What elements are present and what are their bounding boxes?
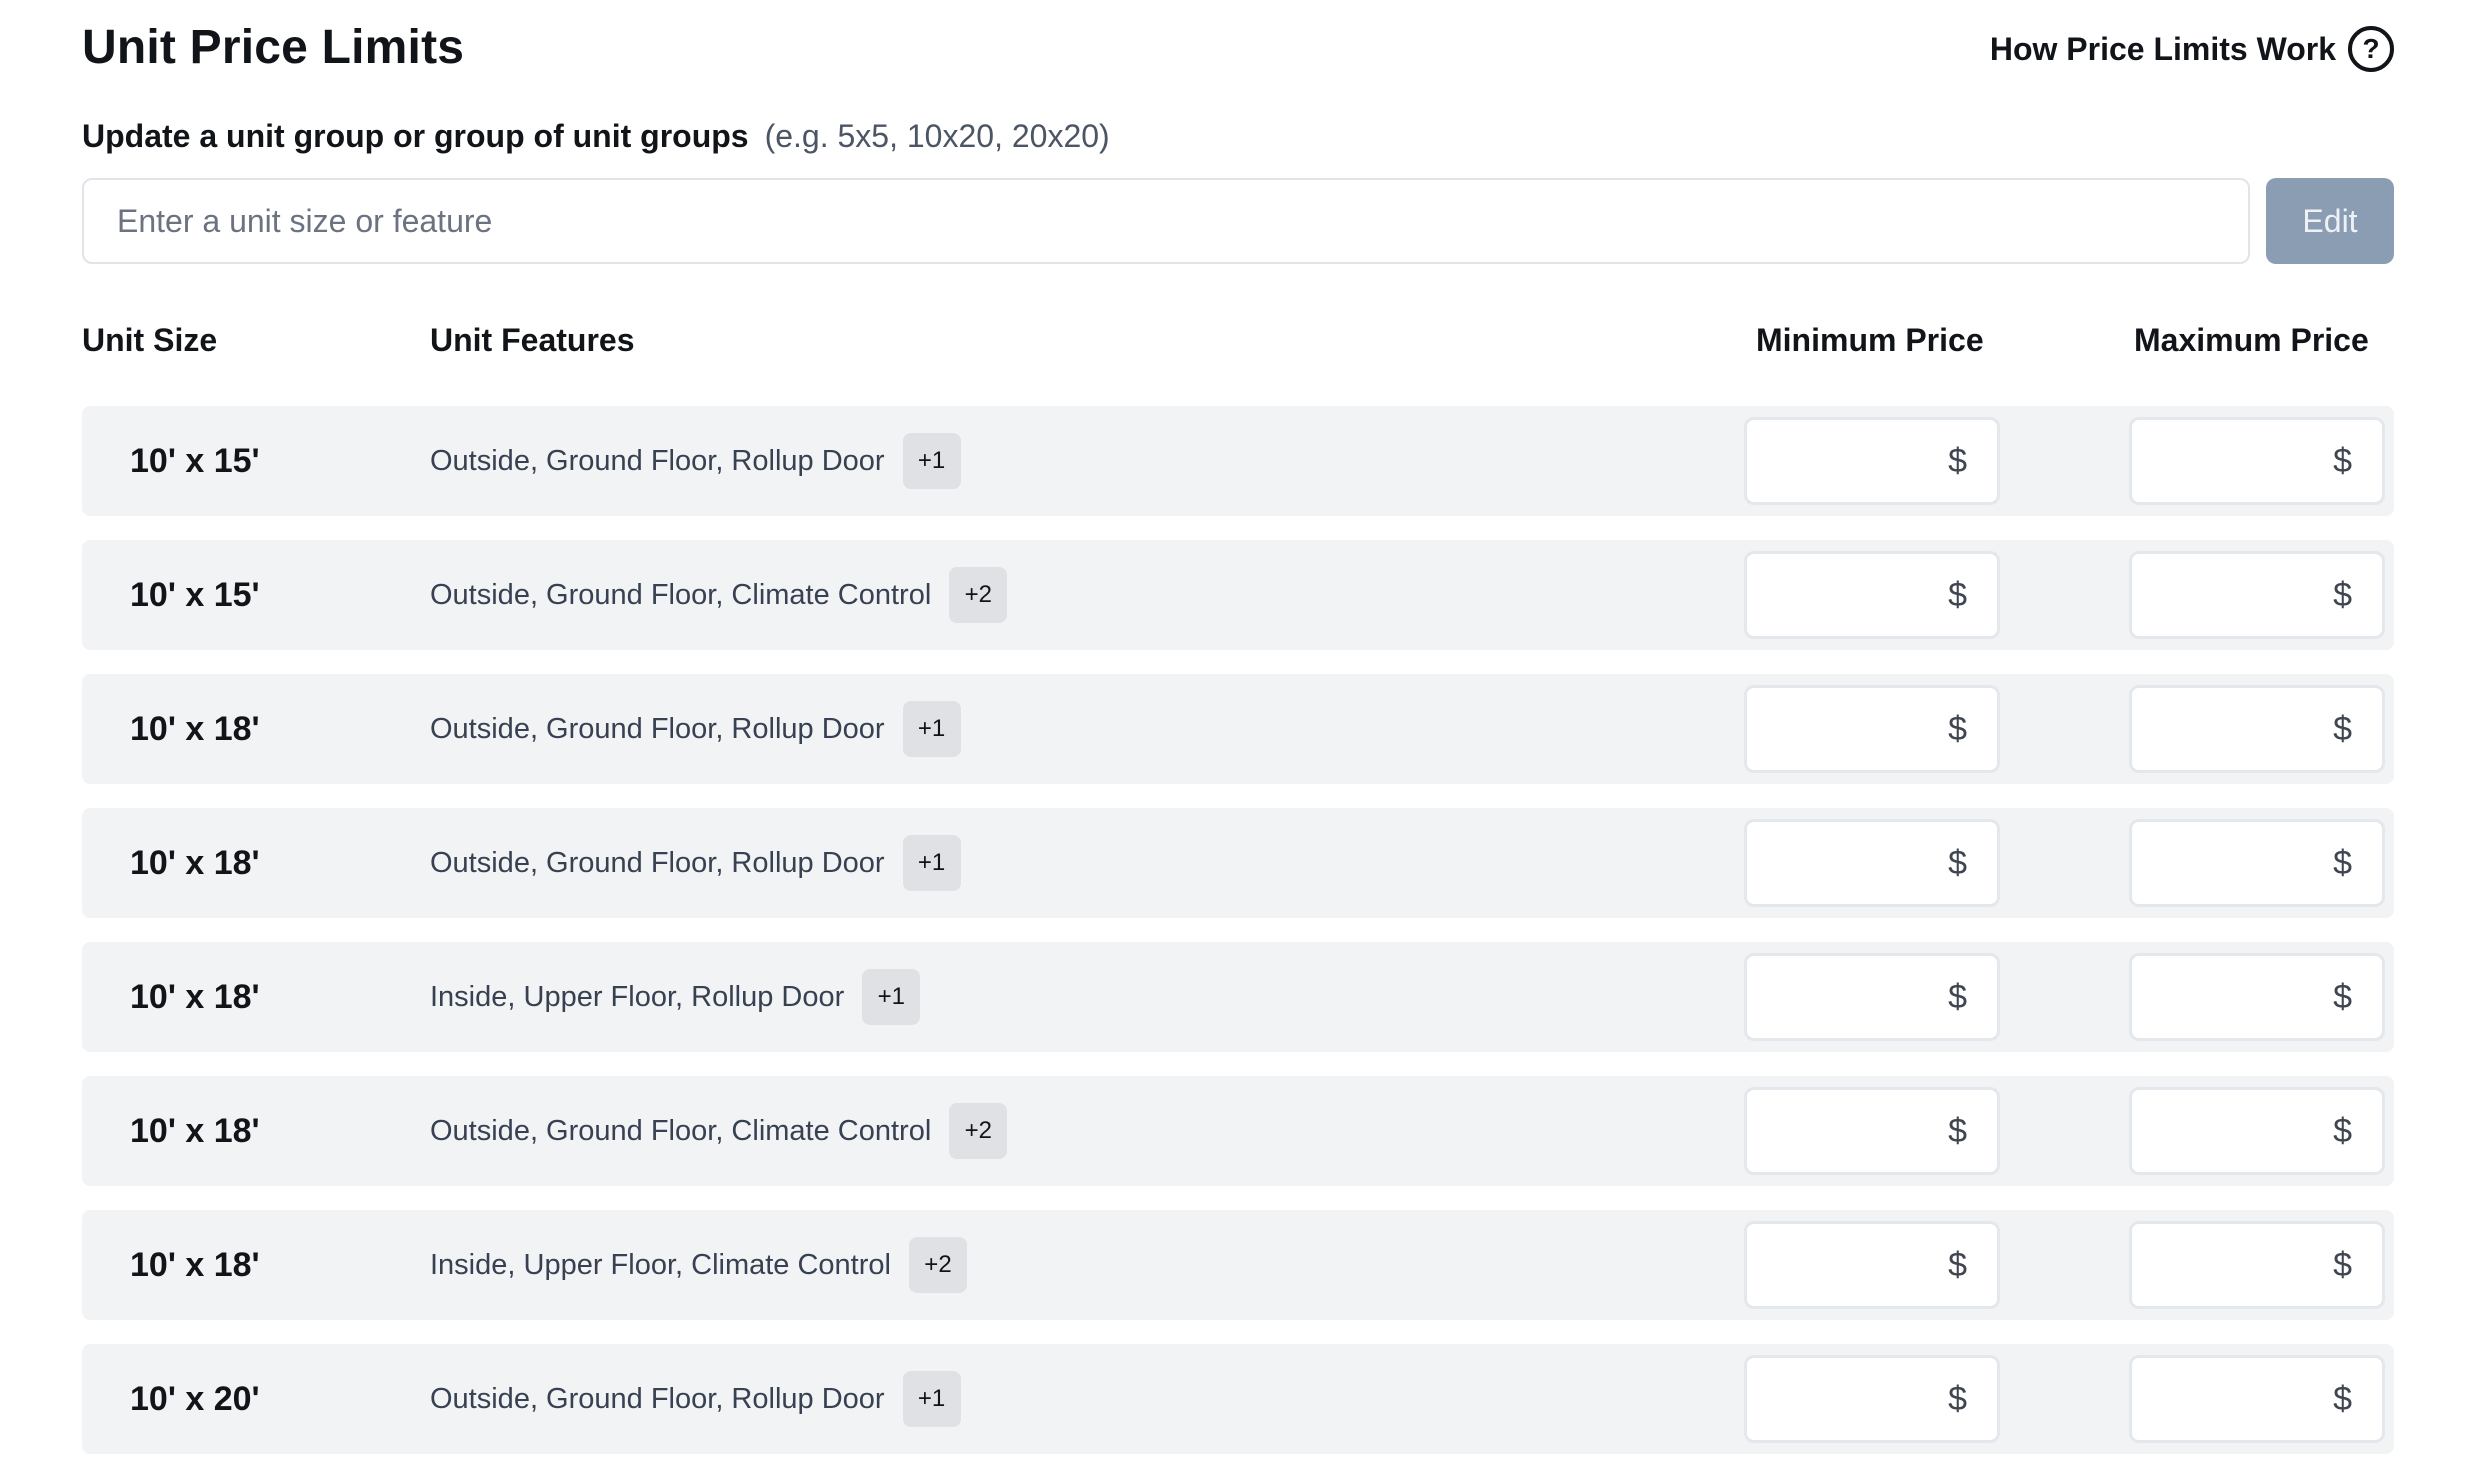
dollar-icon: $ xyxy=(2333,843,2352,882)
table-header: Unit Size Unit Features Minimum Price Ma… xyxy=(82,322,2394,366)
help-link-label: How Price Limits Work xyxy=(1989,30,2336,67)
unit-features: Inside, Upper Floor, Rollup Door +1 xyxy=(430,942,921,1052)
page-title: Unit Price Limits xyxy=(82,21,465,74)
update-label: Update a unit group or group of unit gro… xyxy=(82,118,749,154)
minimum-price-input[interactable] xyxy=(1552,554,1949,636)
features-text: Outside, Ground Floor, Rollup Door xyxy=(430,1382,885,1415)
features-text: Outside, Ground Floor, Climate Control xyxy=(430,1114,932,1147)
minimum-price-input[interactable] xyxy=(1552,1224,1949,1306)
more-features-badge[interactable]: +1 xyxy=(862,969,921,1025)
dollar-icon: $ xyxy=(2333,977,2352,1016)
dollar-icon: $ xyxy=(2333,1245,2352,1284)
unit-size: 10' x 18' xyxy=(130,709,260,748)
unit-price-limits-page: Unit Price Limits How Price Limits Work … xyxy=(0,0,2476,1482)
more-features-badge[interactable]: +2 xyxy=(908,1237,967,1293)
unit-features: Outside, Ground Floor, Climate Control +… xyxy=(430,1076,1008,1186)
table-row: 10' x 20' Outside, Ground Floor, Rollup … xyxy=(82,1344,2394,1454)
table-row: 10' x 18' Outside, Ground Floor, Rollup … xyxy=(82,674,2394,784)
table-row: 10' x 15' Outside, Ground Floor, Climate… xyxy=(82,540,2394,650)
maximum-price-field[interactable]: $ xyxy=(1937,1221,2385,1309)
column-header-unit-features: Unit Features xyxy=(430,322,635,358)
maximum-price-field[interactable]: $ xyxy=(1937,819,2385,907)
features-text: Inside, Upper Floor, Climate Control xyxy=(430,1248,891,1281)
maximum-price-field[interactable]: $ xyxy=(1937,1087,2385,1175)
unit-size: 10' x 18' xyxy=(130,1111,260,1150)
dollar-icon: $ xyxy=(2333,1379,2352,1418)
update-hint: (e.g. 5x5, 10x20, 20x20) xyxy=(764,118,1110,154)
dollar-icon: $ xyxy=(2333,575,2352,614)
unit-rows: 10' x 15' Outside, Ground Floor, Rollup … xyxy=(82,406,2394,1478)
table-row: 10' x 15' Outside, Ground Floor, Rollup … xyxy=(82,406,2394,516)
column-header-minimum-price: Minimum Price xyxy=(1756,322,1984,358)
maximum-price-input[interactable] xyxy=(1937,1224,2334,1306)
column-header-unit-size: Unit Size xyxy=(82,322,218,358)
more-features-badge[interactable]: +1 xyxy=(902,835,961,891)
features-text: Outside, Ground Floor, Rollup Door xyxy=(430,712,885,745)
dollar-icon: $ xyxy=(2333,441,2352,480)
page-header: Unit Price Limits How Price Limits Work … xyxy=(82,0,2394,100)
unit-features: Outside, Ground Floor, Rollup Door +1 xyxy=(430,674,961,784)
maximum-price-input[interactable] xyxy=(1937,688,2334,770)
unit-size: 10' x 18' xyxy=(130,843,260,882)
features-text: Outside, Ground Floor, Climate Control xyxy=(430,578,932,611)
minimum-price-input[interactable] xyxy=(1552,822,1949,904)
maximum-price-input[interactable] xyxy=(1937,554,2334,636)
more-features-badge[interactable]: +1 xyxy=(902,1371,961,1427)
features-text: Inside, Upper Floor, Rollup Door xyxy=(430,980,845,1013)
dollar-icon: $ xyxy=(2333,1111,2352,1150)
more-features-badge[interactable]: +1 xyxy=(902,433,961,489)
how-price-limits-work-link[interactable]: How Price Limits Work ? xyxy=(1990,26,2394,72)
unit-size: 10' x 15' xyxy=(130,441,260,480)
maximum-price-input[interactable] xyxy=(1937,1358,2334,1440)
maximum-price-field[interactable]: $ xyxy=(1937,953,2385,1041)
unit-features: Inside, Upper Floor, Climate Control +2 xyxy=(430,1210,967,1320)
unit-size: 10' x 15' xyxy=(130,575,260,614)
unit-size: 10' x 18' xyxy=(130,977,260,1016)
unit-features: Outside, Ground Floor, Rollup Door +1 xyxy=(430,808,961,918)
edit-button[interactable]: Edit xyxy=(2266,178,2394,264)
maximum-price-field[interactable]: $ xyxy=(1937,685,2385,773)
unit-size: 10' x 18' xyxy=(130,1245,260,1284)
unit-search-input[interactable] xyxy=(82,178,2250,264)
table-row: 10' x 18' Inside, Upper Floor, Climate C… xyxy=(82,1210,2394,1320)
table-row: 10' x 18' Outside, Ground Floor, Rollup … xyxy=(82,808,2394,918)
unit-size: 10' x 20' xyxy=(130,1379,260,1418)
minimum-price-input[interactable] xyxy=(1552,1358,1949,1440)
more-features-badge[interactable]: +2 xyxy=(949,567,1008,623)
minimum-price-input[interactable] xyxy=(1552,956,1949,1038)
minimum-price-input[interactable] xyxy=(1552,1090,1949,1172)
table-row: 10' x 18' Inside, Upper Floor, Rollup Do… xyxy=(82,942,2394,1052)
help-circle-icon: ? xyxy=(2348,26,2394,72)
more-features-badge[interactable]: +1 xyxy=(902,701,961,757)
features-text: Outside, Ground Floor, Rollup Door xyxy=(430,846,885,879)
dollar-icon: $ xyxy=(2333,709,2352,748)
unit-features: Outside, Ground Floor, Rollup Door +1 xyxy=(430,1344,961,1454)
search-row: Edit xyxy=(82,178,2394,264)
column-header-maximum-price: Maximum Price xyxy=(2134,322,2369,358)
maximum-price-input[interactable] xyxy=(1937,822,2334,904)
maximum-price-field[interactable]: $ xyxy=(1937,551,2385,639)
unit-features: Outside, Ground Floor, Rollup Door +1 xyxy=(430,406,961,516)
features-text: Outside, Ground Floor, Rollup Door xyxy=(430,444,885,477)
minimum-price-input[interactable] xyxy=(1552,420,1949,502)
maximum-price-input[interactable] xyxy=(1937,420,2334,502)
more-features-badge[interactable]: +2 xyxy=(949,1103,1008,1159)
maximum-price-field[interactable]: $ xyxy=(1937,1355,2385,1443)
maximum-price-input[interactable] xyxy=(1937,956,2334,1038)
maximum-price-field[interactable]: $ xyxy=(1937,417,2385,505)
unit-features: Outside, Ground Floor, Climate Control +… xyxy=(430,540,1008,650)
maximum-price-input[interactable] xyxy=(1937,1090,2334,1172)
minimum-price-input[interactable] xyxy=(1552,688,1949,770)
update-label-row: Update a unit group or group of unit gro… xyxy=(82,118,1110,155)
table-row: 10' x 18' Outside, Ground Floor, Climate… xyxy=(82,1076,2394,1186)
